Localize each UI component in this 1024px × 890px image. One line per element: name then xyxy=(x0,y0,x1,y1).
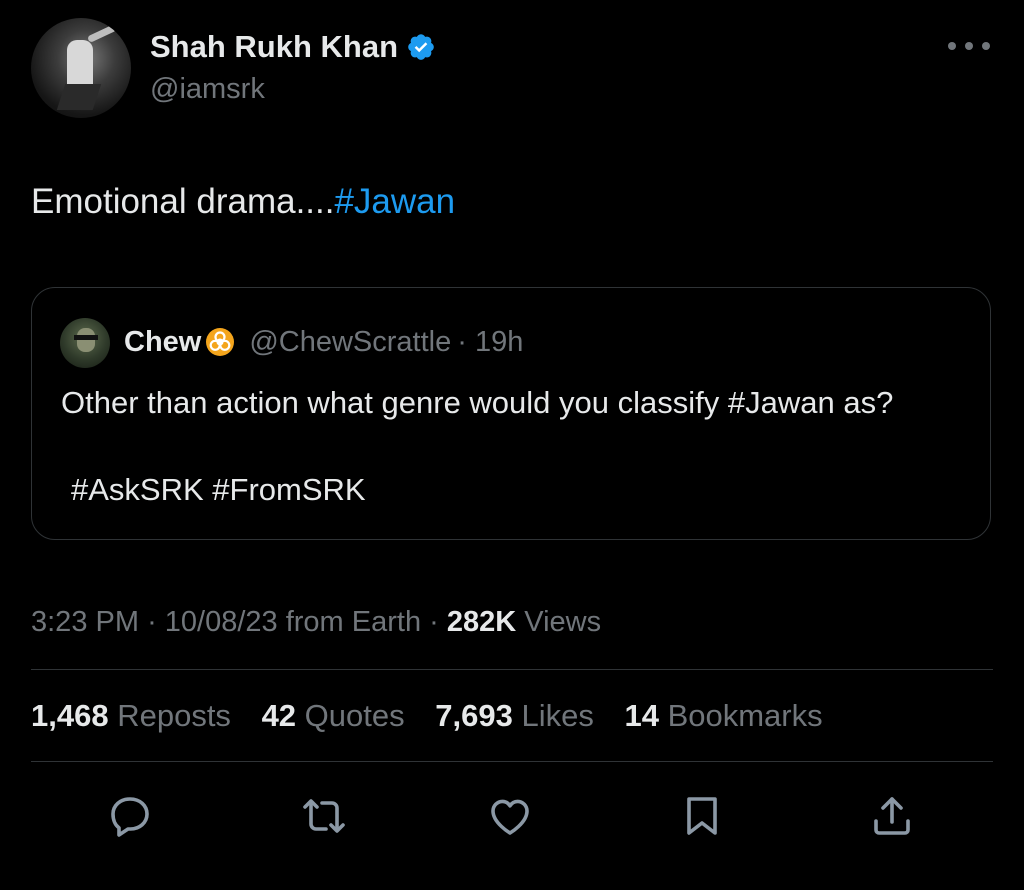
repost-button[interactable] xyxy=(298,790,350,842)
bookmarks-label[interactable]: Bookmarks xyxy=(668,698,823,733)
quoted-author-row: Chew @ChewScrattle · 19h xyxy=(124,322,523,362)
reply-icon xyxy=(111,797,149,837)
author-avatar[interactable] xyxy=(31,18,131,118)
author-name-row[interactable]: Shah Rukh Khan xyxy=(150,29,436,65)
quotes-count[interactable]: 42 xyxy=(262,698,296,733)
reposts-count[interactable]: 1,468 xyxy=(31,698,109,733)
reply-button[interactable] xyxy=(104,790,156,842)
quoted-time: · 19h xyxy=(457,326,524,358)
biohazard-emoji-icon xyxy=(206,328,235,356)
quoted-author-name[interactable]: Chew xyxy=(124,322,201,362)
divider xyxy=(31,669,993,670)
likes-count[interactable]: 7,693 xyxy=(435,698,513,733)
like-button[interactable] xyxy=(484,790,536,842)
verified-badge-icon xyxy=(408,34,434,60)
views-count[interactable]: 282K xyxy=(447,606,516,638)
author-handle[interactable]: @iamsrk xyxy=(150,71,265,107)
tweet-text: Emotional drama....#Jawan xyxy=(31,180,455,224)
share-button[interactable] xyxy=(866,790,918,842)
more-options-icon[interactable] xyxy=(948,36,990,56)
reposts-label[interactable]: Reposts xyxy=(117,698,231,733)
quoted-author-avatar[interactable] xyxy=(60,318,110,368)
hashtag-link[interactable]: #Jawan xyxy=(334,182,455,221)
bookmark-button[interactable] xyxy=(676,790,728,842)
views-label[interactable]: Views xyxy=(524,606,601,638)
share-icon xyxy=(874,797,910,835)
quotes-label[interactable]: Quotes xyxy=(305,698,405,733)
quoted-author-handle[interactable]: @ChewScrattle xyxy=(249,322,451,362)
quoted-tweet-hashtags: #AskSRK #FromSRK xyxy=(71,472,366,507)
tweet-text-plain: Emotional drama.... xyxy=(31,182,335,221)
tweet-time[interactable]: 3:23 PM xyxy=(31,606,139,638)
engagement-stats: 1,468 Reposts 42 Quotes 7,693 Likes 14 B… xyxy=(31,696,823,736)
divider xyxy=(31,761,993,762)
tweet-meta: 3:23 PM · 10/08/23 from Earth · 282K Vie… xyxy=(31,602,601,642)
repost-icon xyxy=(303,799,345,833)
author-name[interactable]: Shah Rukh Khan xyxy=(150,29,398,65)
quoted-tweet-text: Other than action what genre would you c… xyxy=(61,385,894,420)
like-icon xyxy=(491,799,529,835)
bookmark-icon xyxy=(687,797,717,835)
bookmarks-count[interactable]: 14 xyxy=(624,698,658,733)
likes-label[interactable]: Likes xyxy=(521,698,593,733)
tweet-date: · 10/08/23 from Earth · xyxy=(147,606,439,638)
